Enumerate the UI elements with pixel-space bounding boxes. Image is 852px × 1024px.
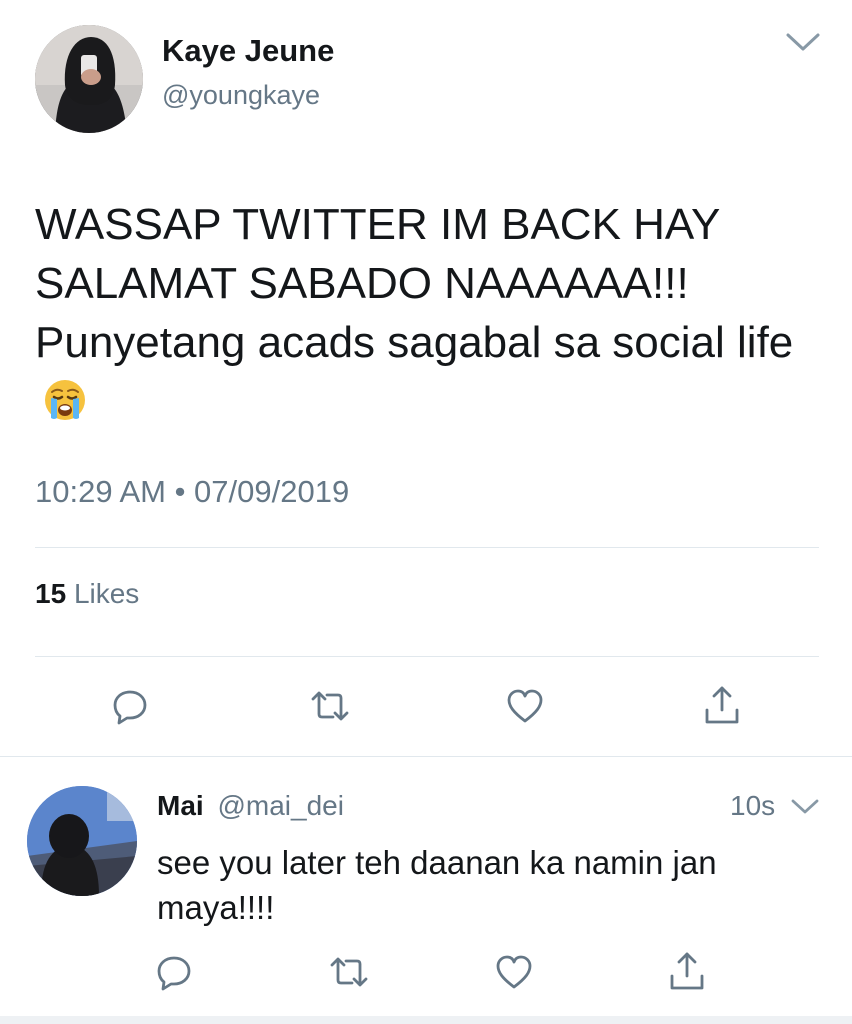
like-icon	[507, 689, 543, 723]
author-avatar[interactable]	[35, 25, 143, 133]
retweet-button[interactable]	[327, 950, 371, 994]
divider	[35, 656, 819, 657]
author-name[interactable]: Kaye Jeune	[162, 33, 334, 69]
reply-author-handle[interactable]: @mai_dei	[217, 790, 343, 821]
avatar-image	[27, 786, 137, 896]
tweet-separator	[0, 756, 852, 757]
loudly-crying-face-icon	[43, 378, 87, 422]
like-button[interactable]	[492, 950, 536, 994]
reply-header: Mai @mai_dei	[157, 790, 344, 822]
tweet-timestamp[interactable]: 10:29 AM • 07/09/2019	[35, 474, 349, 510]
bottom-separator	[0, 1016, 852, 1024]
reply-icon	[113, 690, 147, 725]
reply-button[interactable]	[152, 950, 196, 994]
avatar-image	[35, 25, 143, 133]
author-handle[interactable]: @youngkaye	[162, 80, 320, 111]
reply-author-name[interactable]: Mai	[157, 790, 204, 821]
chevron-down-icon[interactable]	[790, 797, 820, 817]
reply-icon	[157, 956, 191, 991]
reply-author-avatar[interactable]	[27, 786, 137, 896]
retweet-button[interactable]	[308, 684, 352, 728]
retweet-icon	[330, 957, 368, 987]
likes-stat[interactable]: 15 Likes	[35, 578, 139, 610]
tweet-text-content: WASSAP TWITTER IM BACK HAY SALAMAT SABAD…	[35, 200, 794, 367]
like-icon	[496, 955, 532, 989]
share-icon	[670, 952, 704, 990]
chevron-down-icon[interactable]	[785, 30, 821, 54]
reply-text: see you later teh daanan ka namin jan ma…	[157, 844, 717, 926]
likes-count: 15	[35, 578, 67, 609]
reply-time[interactable]: 10s	[730, 790, 775, 822]
reply-button[interactable]	[108, 684, 152, 728]
tweet-text: WASSAP TWITTER IM BACK HAY SALAMAT SABAD…	[35, 195, 825, 431]
divider	[35, 547, 819, 548]
retweet-icon	[311, 691, 349, 721]
share-button[interactable]	[700, 684, 744, 728]
share-button[interactable]	[665, 950, 709, 994]
likes-label: Likes	[73, 578, 140, 609]
share-icon	[705, 686, 739, 724]
like-button[interactable]	[503, 684, 547, 728]
